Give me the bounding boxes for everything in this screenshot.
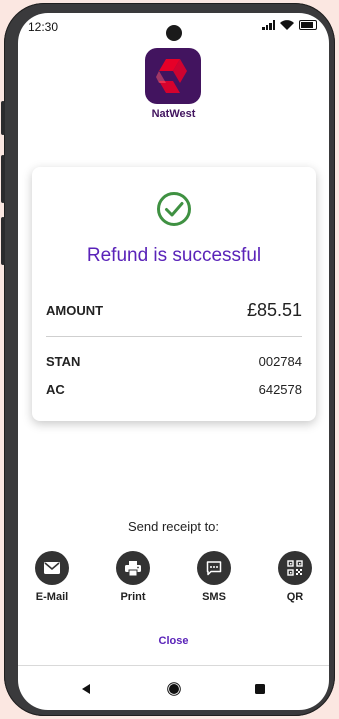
qr-label: QR (286, 591, 304, 603)
divider (46, 336, 302, 337)
sms-button-circle[interactable] (197, 551, 231, 585)
amount-label: AMOUNT (46, 303, 104, 318)
nav-recents-button[interactable] (248, 677, 272, 701)
printer-icon (125, 560, 141, 576)
stan-label: STAN (46, 354, 81, 369)
mail-icon (44, 562, 60, 574)
send-receipt-label: Send receipt to: (127, 519, 220, 534)
print-button-circle[interactable] (116, 551, 150, 585)
email-label: E-Mail (35, 591, 69, 603)
qr-button-circle[interactable] (278, 551, 312, 585)
nav-divider (18, 665, 329, 666)
phone-side-button (1, 155, 5, 203)
phone-frame: 12:30 NatWest Refund is successful AMOUN… (1, 3, 335, 716)
receipt-options: E-Mail Print SMS QR (18, 551, 329, 611)
amount-row: AMOUNT £85.51 (46, 300, 302, 321)
home-circle-icon (167, 682, 181, 696)
refund-result-card: Refund is successful AMOUNT £85.51 STAN … (32, 167, 316, 421)
wifi-icon (280, 20, 294, 30)
refund-status-title: Refund is successful (86, 245, 262, 266)
phone-side-button (1, 101, 5, 135)
recents-square-icon (255, 684, 265, 694)
sms-receipt-button[interactable]: SMS (184, 551, 244, 603)
screen: 12:30 NatWest Refund is successful AMOUN… (18, 13, 329, 710)
status-time: 12:30 (28, 20, 59, 34)
amount-value: £85.51 (246, 300, 302, 320)
phone-side-button (1, 217, 5, 265)
ac-label: AC (46, 382, 65, 397)
status-bar: 12:30 (18, 13, 329, 41)
back-triangle-icon (82, 684, 90, 694)
natwest-logo-icon (156, 59, 187, 93)
stan-value: 002784 (258, 354, 302, 369)
qr-receipt-button[interactable]: QR (265, 551, 325, 603)
natwest-logo (145, 48, 201, 104)
sms-icon (206, 560, 222, 575)
battery-icon (299, 20, 317, 30)
email-receipt-button[interactable]: E-Mail (22, 551, 82, 603)
ac-row: AC 642578 (46, 382, 302, 397)
stan-row: STAN 002784 (46, 354, 302, 369)
camera-notch (166, 25, 182, 41)
sms-label: SMS (202, 591, 226, 603)
nav-back-button[interactable] (74, 677, 98, 701)
qr-code-icon (287, 560, 303, 576)
status-icons (262, 20, 317, 30)
nav-home-button[interactable] (162, 677, 186, 701)
brand-name: NatWest (151, 108, 196, 120)
close-button[interactable]: Close (18, 635, 329, 647)
print-receipt-button[interactable]: Print (103, 551, 163, 603)
success-check-icon (157, 192, 191, 226)
signal-icon (262, 20, 275, 30)
print-label: Print (120, 591, 146, 603)
ac-value: 642578 (258, 382, 302, 397)
email-button-circle[interactable] (35, 551, 69, 585)
